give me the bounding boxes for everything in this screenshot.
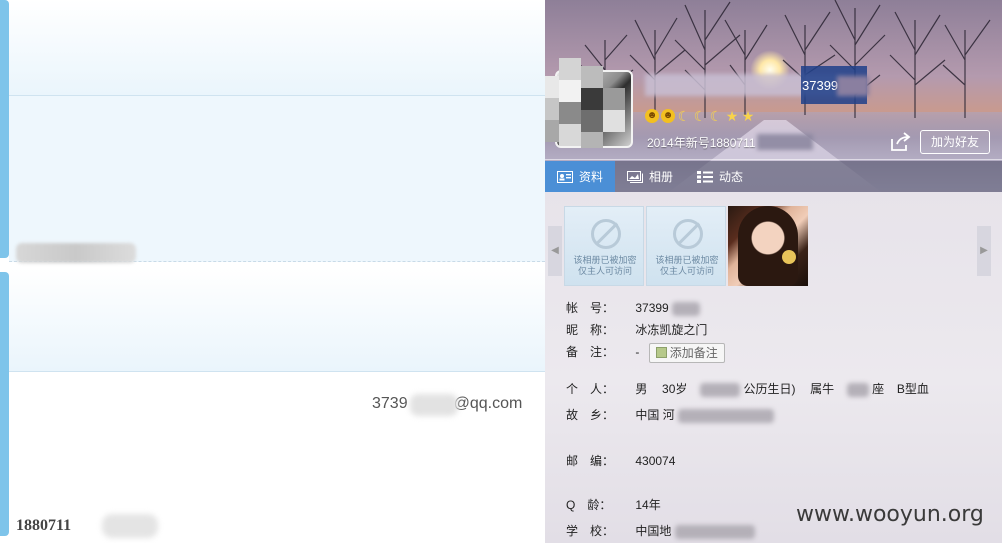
redaction-mask: [846, 382, 869, 397]
info-value: 14年: [635, 498, 661, 512]
redaction-mask: [837, 76, 869, 96]
photo-thumbnail[interactable]: 该相册已被加密 仅主人可访问: [564, 206, 644, 286]
info-value: 冰冻凯旋之门: [635, 323, 708, 337]
info-label: 帐 号：: [566, 301, 615, 315]
list-item[interactable]: [9, 0, 545, 96]
portrait-hair: [738, 206, 798, 286]
photo-caption: 该相册已被加密 仅主人可访问: [573, 255, 637, 276]
locked-album-icon: [673, 219, 703, 249]
info-account: 帐 号： 37399: [566, 299, 701, 316]
redacted-text: [16, 243, 136, 263]
photo-caption: 该相册已被加密 仅主人可访问: [655, 255, 719, 276]
level-star-icon: ★: [725, 108, 739, 124]
info-label: 邮 编：: [566, 454, 615, 468]
level-sun-icon: ☻: [645, 109, 659, 123]
share-icon[interactable]: [889, 132, 911, 152]
level-star-icon: ★: [741, 108, 755, 124]
blood-type: B型血: [896, 382, 929, 396]
tab-profile[interactable]: 资料: [545, 161, 616, 192]
redaction-mask: [678, 408, 775, 423]
chat-list-panel: 3739 @qq.com 1880711: [0, 0, 545, 543]
info-value: 430074: [635, 454, 676, 468]
add-friend-button[interactable]: 加为好友: [920, 130, 990, 154]
list-accent-bar: [0, 0, 9, 258]
info-value: -: [635, 345, 640, 360]
redaction-mask: [700, 382, 741, 397]
profile-card: 37399 ☻ ☻ ☾ ☾ ☾ ★ ★ 2014年新号1880711 加为好友: [545, 0, 1002, 543]
photo-strip: 该相册已被加密 仅主人可访问 该相册已被加密 仅主人可访问: [564, 206, 808, 286]
profile-card-icon: [557, 170, 573, 183]
redaction-mask: [757, 134, 813, 150]
add-remark-label: 添加备注: [669, 346, 718, 360]
list-item[interactable]: [9, 96, 545, 262]
info-label: 故 乡：: [566, 408, 615, 422]
info-value: 中国地: [635, 524, 672, 538]
redaction-mask: [674, 524, 755, 539]
photo-prev-button[interactable]: ◀: [548, 226, 562, 276]
level-sun-icon: ☻: [661, 109, 675, 123]
tab-label: 资料: [579, 170, 604, 184]
tab-label: 动态: [719, 170, 744, 184]
redaction-mask: [672, 301, 701, 316]
level-moon-icon: ☾: [709, 108, 723, 124]
info-label: 学 校：: [566, 524, 615, 538]
album-icon: [627, 170, 644, 183]
info-label: 昵 称：: [566, 323, 615, 337]
constellation: 座: [872, 382, 885, 396]
avatar-mosaic: [545, 58, 625, 148]
birthday: 公历生日): [743, 382, 796, 396]
add-remark-button[interactable]: 添加备注: [648, 343, 725, 363]
qq-level-badges[interactable]: ☻ ☻ ☾ ☾ ☾ ★ ★: [645, 109, 755, 123]
info-label: Q 龄：: [566, 498, 612, 512]
info-value: 37399: [635, 301, 669, 315]
level-moon-icon: ☾: [693, 108, 707, 124]
profile-tabs: 资料 相册 动态: [545, 161, 1002, 192]
tab-feed[interactable]: 动态: [685, 161, 755, 192]
divider: [545, 159, 1002, 160]
age: 30岁: [662, 382, 688, 396]
info-postcode: 邮 编： 430074: [566, 452, 675, 469]
info-label: 备 注：: [566, 345, 615, 360]
qq-number: 37399: [802, 78, 839, 93]
info-value: 中国 河: [635, 408, 675, 422]
info-hometown: 故 乡： 中国 河: [566, 406, 775, 423]
feed-list-icon: [697, 170, 714, 183]
contact-phone: 1880711: [16, 517, 72, 534]
redaction-mask: [410, 394, 458, 416]
level-moon-icon: ☾: [677, 108, 691, 124]
watermark: www.wooyun.org: [796, 502, 984, 527]
info-personal: 个 人： 男 30岁 公历生日) 属牛 座 B型血: [566, 380, 929, 397]
info-nickname: 昵 称： 冰冻凯旋之门: [566, 321, 707, 338]
profile-cover: 37399 ☻ ☻ ☾ ☾ ☾ ★ ★ 2014年新号1880711 加为好友: [545, 0, 1002, 192]
info-remark: 备 注： - 添加备注: [566, 343, 725, 363]
info-label: 个 人：: [566, 382, 615, 396]
photo-thumbnail[interactable]: 该相册已被加密 仅主人可访问: [646, 206, 726, 286]
tab-album[interactable]: 相册: [615, 161, 685, 192]
info-school: 学 校： 中国地: [566, 522, 755, 539]
photo-thumbnail[interactable]: [728, 206, 808, 286]
zodiac: 属牛: [810, 382, 835, 396]
portrait-flower: [782, 250, 796, 264]
personal-signature: 2014年新号1880711: [647, 136, 756, 150]
redaction-mask: [102, 514, 158, 538]
list-item[interactable]: [9, 268, 545, 372]
edit-note-icon: [655, 347, 667, 358]
list-accent-bar: [0, 272, 9, 536]
locked-album-icon: [591, 219, 621, 249]
tab-label: 相册: [649, 170, 674, 184]
gender: 男: [635, 382, 648, 396]
info-qage: Q 龄： 14年: [566, 496, 661, 513]
photo-next-button[interactable]: ▶: [977, 226, 991, 276]
